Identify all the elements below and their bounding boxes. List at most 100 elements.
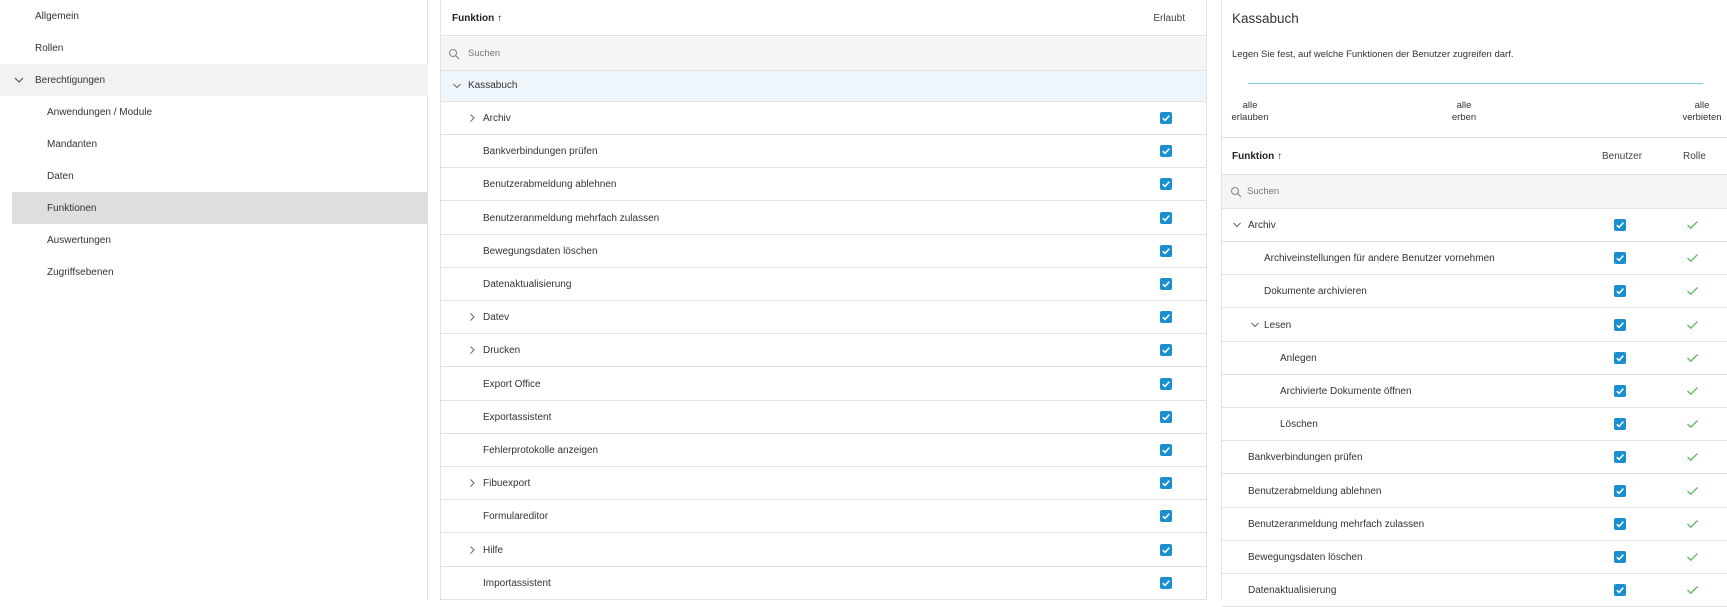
table-row[interactable]: Archivierte Dokumente öffnen	[1222, 375, 1727, 408]
user-checkbox[interactable]	[1614, 252, 1626, 265]
allowed-checkbox[interactable]	[1160, 244, 1172, 257]
nav-item-label: Auswertungen	[47, 234, 111, 246]
search-input[interactable]	[1247, 186, 1647, 197]
nav-item-auswertungen[interactable]: Auswertungen	[0, 224, 428, 256]
chevron-down-icon[interactable]	[1232, 220, 1242, 230]
allowed-checkbox[interactable]	[1160, 410, 1172, 423]
allowed-checkbox[interactable]	[1160, 543, 1172, 556]
role-check-icon	[1687, 387, 1698, 396]
allowed-checkbox[interactable]	[1160, 377, 1172, 390]
allowed-checkbox[interactable]	[1160, 576, 1172, 589]
row-label: Importassistent	[483, 577, 551, 589]
table-row[interactable]: Exportassistent	[441, 401, 1206, 434]
table-row[interactable]: Datev	[441, 301, 1206, 335]
table-row[interactable]: Export Office	[441, 368, 1206, 401]
slider-label-deny[interactable]: alle verbieten	[1678, 100, 1726, 124]
table-row[interactable]: Fehlerprotokolle anzeigen	[441, 434, 1206, 467]
allowed-checkbox[interactable]	[1160, 444, 1172, 456]
group-label: Kassabuch	[468, 80, 518, 91]
group-row-kassabuch[interactable]: Kassabuch	[441, 71, 1206, 102]
row-label: Datenaktualisierung	[1248, 585, 1337, 597]
user-checkbox[interactable]	[1614, 385, 1626, 397]
user-checkbox[interactable]	[1614, 285, 1626, 298]
table-row[interactable]: Anlegen	[1222, 342, 1727, 375]
table-row[interactable]: Bankverbindungen prüfen	[441, 135, 1206, 169]
table-row[interactable]: Drucken	[441, 334, 1206, 368]
table-row[interactable]: Löschen	[1222, 408, 1727, 442]
role-check-icon	[1687, 486, 1698, 495]
table-row[interactable]: Benutzerabmeldung ablehnen	[1222, 475, 1727, 508]
row-label: Bewegungsdaten löschen	[1248, 552, 1363, 563]
row-label: Archiveinstellungen für andere Benutzer …	[1264, 253, 1495, 265]
user-checkbox[interactable]	[1614, 517, 1626, 530]
permission-slider-track[interactable]	[1248, 83, 1703, 84]
table-row[interactable]: Benutzeranmeldung mehrfach zulassen	[441, 202, 1206, 235]
chevron-right-icon[interactable]	[467, 345, 477, 355]
user-checkbox[interactable]	[1614, 318, 1626, 331]
search-icon	[448, 48, 460, 60]
table-row[interactable]: Dokumente archivieren	[1222, 275, 1727, 309]
table-row[interactable]: Formulareditor	[441, 500, 1206, 534]
row-label: Benutzerabmeldung ablehnen	[483, 179, 617, 191]
allowed-checkbox[interactable]	[1160, 477, 1172, 490]
nav-item-funktionen[interactable]: Funktionen	[12, 192, 428, 224]
column-header-funktion[interactable]: Funktion ↑	[1232, 151, 1282, 162]
table-row[interactable]: Lesen	[1222, 309, 1727, 342]
nav-item-zugriffsebenen[interactable]: Zugriffsebenen	[0, 256, 428, 288]
user-checkbox[interactable]	[1614, 551, 1626, 563]
allowed-checkbox[interactable]	[1160, 510, 1172, 523]
chevron-down-icon[interactable]	[452, 81, 462, 91]
nav-item-label: Zugriffsebenen	[47, 266, 114, 278]
chevron-right-icon[interactable]	[467, 113, 477, 123]
slider-label-allow[interactable]: alle erlauben	[1230, 100, 1270, 124]
table-row[interactable]: Importassistent	[441, 567, 1206, 600]
table-row[interactable]: Bewegungsdaten löschen	[441, 235, 1206, 268]
row-label: Datev	[483, 312, 510, 324]
table-row[interactable]: Datenaktualisierung	[1222, 574, 1727, 607]
nav-item-label: Allgemein	[35, 10, 79, 22]
row-label: Lesen	[1264, 319, 1292, 331]
allowed-checkbox[interactable]	[1160, 145, 1172, 158]
allowed-checkbox[interactable]	[1160, 112, 1172, 124]
row-label: Export Office	[483, 378, 541, 390]
table-row[interactable]: Archiv	[441, 102, 1206, 135]
nav-item-anwendungen-module[interactable]: Anwendungen / Module	[0, 96, 428, 128]
table-row[interactable]: Bewegungsdaten löschen	[1222, 541, 1727, 574]
table-row[interactable]: Fibuexport	[441, 467, 1206, 501]
nav-item-mandanten[interactable]: Mandanten	[0, 128, 428, 160]
user-checkbox[interactable]	[1614, 484, 1626, 497]
slider-label-inherit[interactable]: alle erben	[1444, 100, 1484, 124]
table-row[interactable]: Archiv	[1222, 209, 1727, 242]
allowed-checkbox[interactable]	[1160, 178, 1172, 191]
nav-item-rollen[interactable]: Rollen	[0, 32, 428, 64]
user-checkbox[interactable]	[1614, 219, 1626, 231]
row-label: Archivierte Dokumente öffnen	[1280, 386, 1412, 397]
table-row[interactable]: Benutzeranmeldung mehrfach zulassen	[1222, 508, 1727, 541]
user-checkbox[interactable]	[1614, 584, 1626, 597]
user-checkbox[interactable]	[1614, 351, 1626, 364]
table-row[interactable]: Bankverbindungen prüfen	[1222, 441, 1727, 475]
chevron-right-icon[interactable]	[467, 478, 477, 488]
user-checkbox[interactable]	[1614, 451, 1626, 464]
chevron-down-icon[interactable]	[1250, 320, 1260, 330]
nav-item-daten[interactable]: Daten	[0, 160, 428, 192]
user-checkbox[interactable]	[1614, 418, 1626, 431]
role-check-icon	[1687, 420, 1698, 429]
table-row[interactable]: Datenaktualisierung	[441, 268, 1206, 301]
table-header: Funktion ↑ Benutzer Rolle	[1222, 137, 1727, 175]
chevron-right-icon[interactable]	[467, 545, 477, 555]
allowed-checkbox[interactable]	[1160, 344, 1172, 357]
column-header-funktion[interactable]: Funktion ↑	[452, 13, 502, 24]
nav-item-berechtigungen[interactable]: Berechtigungen	[0, 64, 428, 96]
table-row[interactable]: Benutzerabmeldung ablehnen	[441, 168, 1206, 202]
table-row[interactable]: Archiveinstellungen für andere Benutzer …	[1222, 242, 1727, 276]
allowed-checkbox[interactable]	[1160, 211, 1172, 224]
table-row[interactable]: Hilfe	[441, 534, 1206, 567]
search-input[interactable]	[468, 48, 1068, 59]
allowed-checkbox[interactable]	[1160, 278, 1172, 290]
column-header-rolle: Rolle	[1683, 151, 1706, 162]
chevron-down-icon[interactable]	[13, 74, 25, 86]
allowed-checkbox[interactable]	[1160, 311, 1172, 324]
nav-item-allgemein[interactable]: Allgemein	[0, 0, 428, 32]
chevron-right-icon[interactable]	[467, 312, 477, 322]
